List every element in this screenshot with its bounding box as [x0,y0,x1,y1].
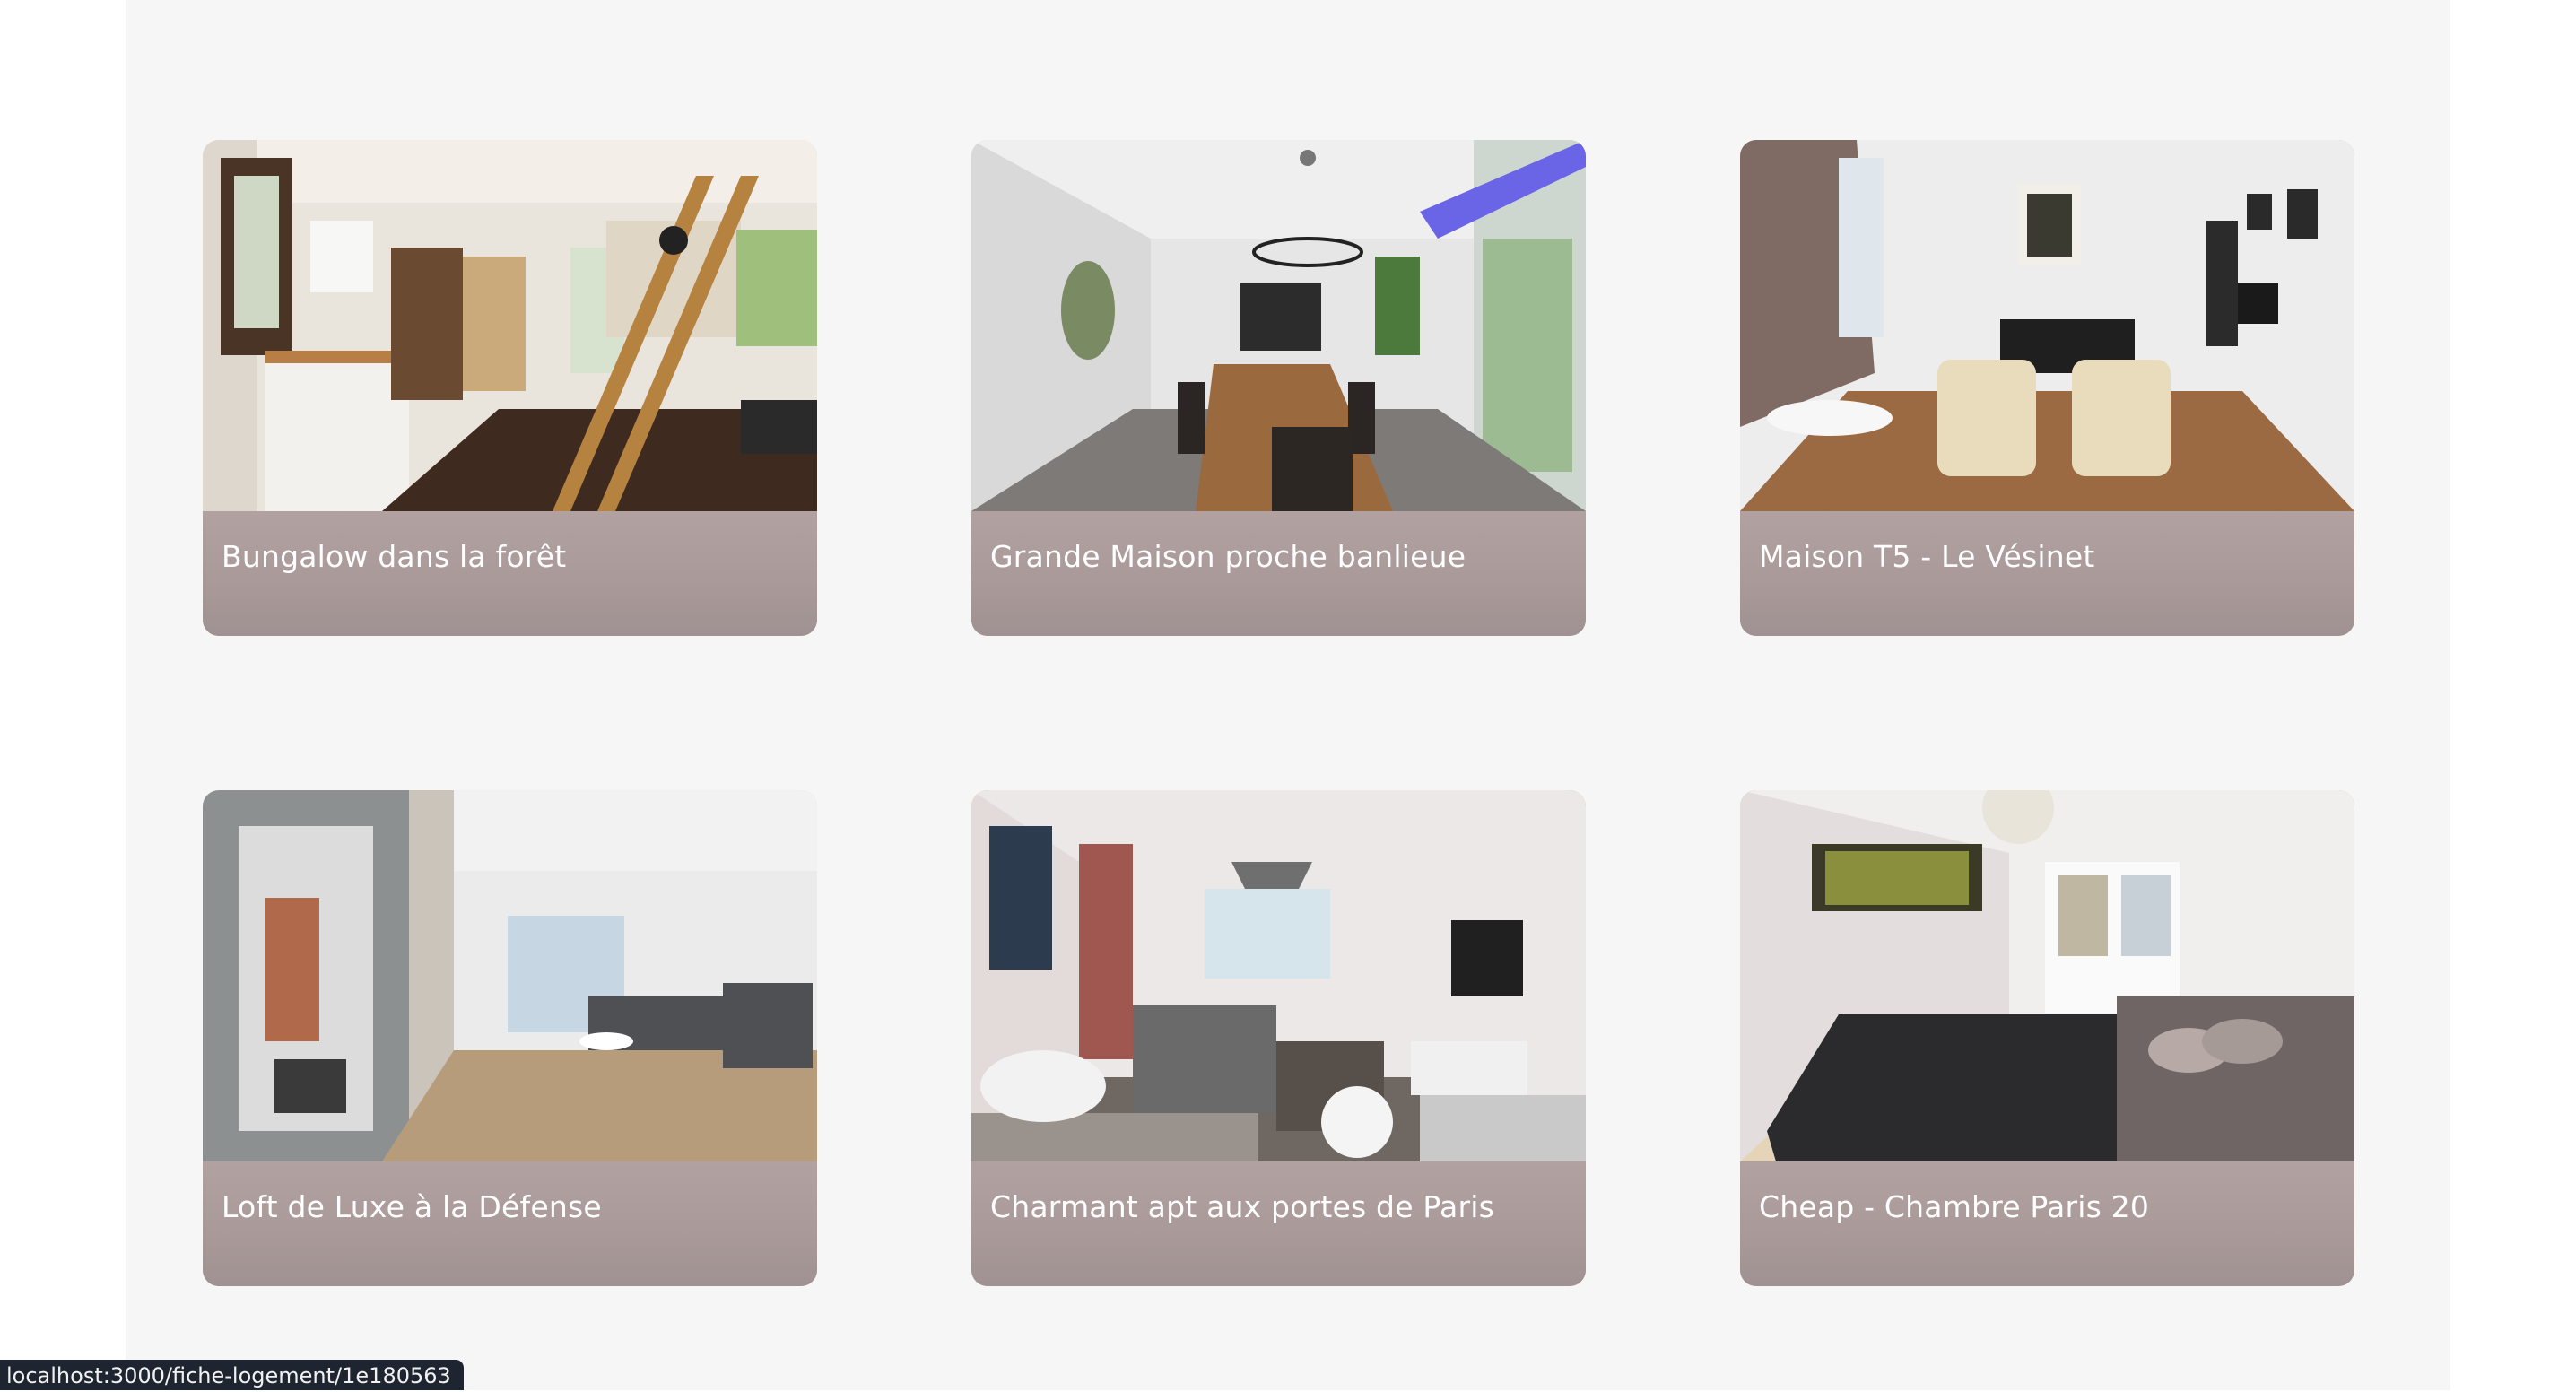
listings-gallery: Bungalow dans la forêt Grande Maison pro… [126,0,2450,1390]
card-footer: Cheap - Chambre Paris 20 [1740,1161,2354,1286]
listing-title: Loft de Luxe à la Défense [222,1189,602,1224]
listing-title: Maison T5 - Le Vésinet [1759,539,2095,574]
link-preview-status-bar: localhost:3000/fiche-logement/1e180563 [0,1360,464,1390]
dining-room-photo [971,140,1586,511]
bungalow-interior-photo [203,140,817,511]
loft-living-room-photo [203,790,817,1161]
apartment-living-room-photo [971,790,1586,1161]
card-footer: Grande Maison proche banlieue [971,511,1586,636]
bedroom-lounge-photo [1740,140,2354,511]
card-footer: Maison T5 - Le Vésinet [1740,511,2354,636]
listing-card-loft-defense[interactable]: Loft de Luxe à la Défense [203,790,817,1286]
listing-title: Bungalow dans la forêt [222,539,567,574]
status-url: localhost:3000/fiche-logement/1e180563 [6,1363,451,1388]
listing-title: Grande Maison proche banlieue [990,539,1466,574]
listing-title: Charmant apt aux portes de Paris [990,1189,1494,1224]
card-footer: Charmant apt aux portes de Paris [971,1161,1586,1286]
listing-title: Cheap - Chambre Paris 20 [1759,1189,2150,1224]
bedroom-photo [1740,790,2354,1161]
listing-card-charmant-apt[interactable]: Charmant apt aux portes de Paris [971,790,1586,1286]
card-footer: Bungalow dans la forêt [203,511,817,636]
listing-card-cheap-chambre[interactable]: Cheap - Chambre Paris 20 [1740,790,2354,1286]
listing-card-maison-t5[interactable]: Maison T5 - Le Vésinet [1740,140,2354,636]
listing-card-bungalow[interactable]: Bungalow dans la forêt [203,140,817,636]
listing-card-grande-maison[interactable]: Grande Maison proche banlieue [971,140,1586,636]
card-footer: Loft de Luxe à la Défense [203,1161,817,1286]
